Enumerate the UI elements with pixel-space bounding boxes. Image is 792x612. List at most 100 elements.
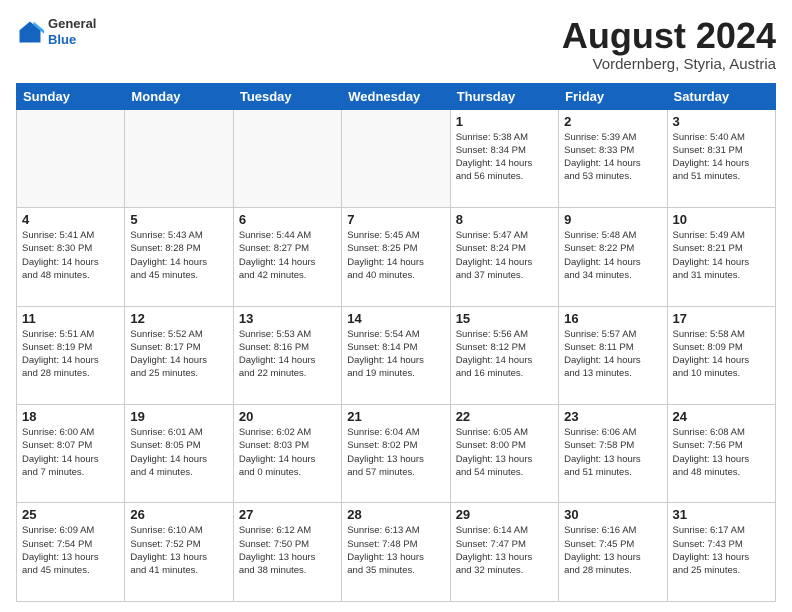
- calendar-cell: 13 Sunrise: 5:53 AM Sunset: 8:16 PM Dayli…: [233, 306, 341, 404]
- calendar-cell: 26Sunrise: 6:10 AM Sunset: 7:52 PM Dayli…: [125, 503, 233, 602]
- day-info: Sunrise: 5:52 AM Sunset: 8:17 PM Dayligh…: [130, 328, 227, 381]
- calendar-cell: 23 Sunrise: 6:06 AM Sunset: 7:58 PM Dayli…: [559, 405, 667, 503]
- logo: General Blue: [16, 16, 96, 47]
- day-info: Sunrise: 5:58 AM Sunset: 8:09 PM Dayligh…: [673, 328, 770, 381]
- day-info: Sunrise: 5:54 AM Sunset: 8:14 PM Dayligh…: [347, 328, 444, 381]
- calendar-cell: 6 Sunrise: 5:44 AM Sunset: 8:27 PM Daylig…: [233, 208, 341, 306]
- calendar-cell: 17Sunrise: 5:58 AM Sunset: 8:09 PM Dayli…: [667, 306, 775, 404]
- day-info: Sunrise: 6:09 AM Sunset: 7:54 PM Dayligh…: [22, 524, 119, 577]
- day-number: 22: [456, 409, 553, 424]
- day-info: Sunrise: 5:45 AM Sunset: 8:25 PM Dayligh…: [347, 229, 444, 282]
- calendar-cell: 31Sunrise: 6:17 AM Sunset: 7:43 PM Dayli…: [667, 503, 775, 602]
- calendar-cell: 18 Sunrise: 6:00 AM Sunset: 8:07 PM Dayli…: [17, 405, 125, 503]
- day-number: 1: [456, 114, 553, 129]
- day-number: 6: [239, 212, 336, 227]
- calendar-cell: [125, 109, 233, 207]
- day-info: Sunrise: 6:16 AM Sunset: 7:45 PM Dayligh…: [564, 524, 661, 577]
- day-info: Sunrise: 5:49 AM Sunset: 8:21 PM Dayligh…: [673, 229, 770, 282]
- day-number: 3: [673, 114, 770, 129]
- day-number: 12: [130, 311, 227, 326]
- calendar-cell: [17, 109, 125, 207]
- day-number: 23: [564, 409, 661, 424]
- day-info: Sunrise: 5:38 AM Sunset: 8:34 PM Dayligh…: [456, 131, 553, 184]
- page: General Blue August 2024 Vordernberg, St…: [0, 0, 792, 612]
- logo-icon: [16, 18, 44, 46]
- month-year: August 2024: [562, 16, 776, 56]
- calendar-cell: 30 Sunrise: 6:16 AM Sunset: 7:45 PM Dayli…: [559, 503, 667, 602]
- day-info: Sunrise: 5:41 AM Sunset: 8:30 PM Dayligh…: [22, 229, 119, 282]
- day-header-thursday: Thursday: [450, 83, 558, 109]
- calendar-cell: 9 Sunrise: 5:48 AM Sunset: 8:22 PM Daylig…: [559, 208, 667, 306]
- day-number: 18: [22, 409, 119, 424]
- calendar-cell: 10 Sunrise: 5:49 AM Sunset: 8:21 PM Dayli…: [667, 208, 775, 306]
- day-info: Sunrise: 5:48 AM Sunset: 8:22 PM Dayligh…: [564, 229, 661, 282]
- day-info: Sunrise: 5:39 AM Sunset: 8:33 PM Dayligh…: [564, 131, 661, 184]
- day-header-saturday: Saturday: [667, 83, 775, 109]
- day-info: Sunrise: 6:00 AM Sunset: 8:07 PM Dayligh…: [22, 426, 119, 479]
- day-number: 9: [564, 212, 661, 227]
- day-info: Sunrise: 6:06 AM Sunset: 7:58 PM Dayligh…: [564, 426, 661, 479]
- day-info: Sunrise: 5:51 AM Sunset: 8:19 PM Dayligh…: [22, 328, 119, 381]
- calendar-cell: 28 Sunrise: 6:13 AM Sunset: 7:48 PM Dayli…: [342, 503, 450, 602]
- calendar-week-1: 4Sunrise: 5:41 AM Sunset: 8:30 PM Daylig…: [17, 208, 776, 306]
- day-info: Sunrise: 6:14 AM Sunset: 7:47 PM Dayligh…: [456, 524, 553, 577]
- calendar-week-4: 25 Sunrise: 6:09 AM Sunset: 7:54 PM Dayli…: [17, 503, 776, 602]
- logo-blue: Blue: [48, 32, 96, 48]
- day-number: 30: [564, 507, 661, 522]
- day-number: 28: [347, 507, 444, 522]
- calendar-cell: 12 Sunrise: 5:52 AM Sunset: 8:17 PM Dayli…: [125, 306, 233, 404]
- day-info: Sunrise: 6:08 AM Sunset: 7:56 PM Dayligh…: [673, 426, 770, 479]
- day-info: Sunrise: 5:40 AM Sunset: 8:31 PM Dayligh…: [673, 131, 770, 184]
- day-number: 13: [239, 311, 336, 326]
- calendar-cell: 14 Sunrise: 5:54 AM Sunset: 8:14 PM Dayli…: [342, 306, 450, 404]
- calendar-cell: 1 Sunrise: 5:38 AM Sunset: 8:34 PM Daylig…: [450, 109, 558, 207]
- calendar-cell: 24 Sunrise: 6:08 AM Sunset: 7:56 PM Dayli…: [667, 405, 775, 503]
- calendar: SundayMondayTuesdayWednesdayThursdayFrid…: [16, 83, 776, 602]
- day-number: 29: [456, 507, 553, 522]
- calendar-cell: 22 Sunrise: 6:05 AM Sunset: 8:00 PM Dayli…: [450, 405, 558, 503]
- calendar-cell: 25 Sunrise: 6:09 AM Sunset: 7:54 PM Dayli…: [17, 503, 125, 602]
- day-number: 16: [564, 311, 661, 326]
- day-info: Sunrise: 5:47 AM Sunset: 8:24 PM Dayligh…: [456, 229, 553, 282]
- calendar-cell: 29 Sunrise: 6:14 AM Sunset: 7:47 PM Dayli…: [450, 503, 558, 602]
- day-number: 10: [673, 212, 770, 227]
- calendar-cell: 15Sunrise: 5:56 AM Sunset: 8:12 PM Dayli…: [450, 306, 558, 404]
- day-number: 14: [347, 311, 444, 326]
- day-info: Sunrise: 5:53 AM Sunset: 8:16 PM Dayligh…: [239, 328, 336, 381]
- title-block: August 2024 Vordernberg, Styria, Austria: [562, 16, 776, 73]
- calendar-cell: 16 Sunrise: 5:57 AM Sunset: 8:11 PM Dayli…: [559, 306, 667, 404]
- day-info: Sunrise: 6:01 AM Sunset: 8:05 PM Dayligh…: [130, 426, 227, 479]
- calendar-cell: 20 Sunrise: 6:02 AM Sunset: 8:03 PM Dayli…: [233, 405, 341, 503]
- day-number: 11: [22, 311, 119, 326]
- day-number: 31: [673, 507, 770, 522]
- day-header-tuesday: Tuesday: [233, 83, 341, 109]
- logo-general: General: [48, 16, 96, 32]
- day-header-monday: Monday: [125, 83, 233, 109]
- calendar-cell: 5Sunrise: 5:43 AM Sunset: 8:28 PM Daylig…: [125, 208, 233, 306]
- calendar-header-row: SundayMondayTuesdayWednesdayThursdayFrid…: [17, 83, 776, 109]
- day-number: 26: [130, 507, 227, 522]
- logo-text: General Blue: [48, 16, 96, 47]
- day-info: Sunrise: 6:13 AM Sunset: 7:48 PM Dayligh…: [347, 524, 444, 577]
- calendar-week-3: 18 Sunrise: 6:00 AM Sunset: 8:07 PM Dayli…: [17, 405, 776, 503]
- calendar-cell: 2 Sunrise: 5:39 AM Sunset: 8:33 PM Daylig…: [559, 109, 667, 207]
- day-number: 19: [130, 409, 227, 424]
- day-number: 24: [673, 409, 770, 424]
- calendar-cell: 3 Sunrise: 5:40 AM Sunset: 8:31 PM Daylig…: [667, 109, 775, 207]
- calendar-week-0: 1 Sunrise: 5:38 AM Sunset: 8:34 PM Daylig…: [17, 109, 776, 207]
- day-header-wednesday: Wednesday: [342, 83, 450, 109]
- day-info: Sunrise: 5:44 AM Sunset: 8:27 PM Dayligh…: [239, 229, 336, 282]
- calendar-cell: 11 Sunrise: 5:51 AM Sunset: 8:19 PM Dayli…: [17, 306, 125, 404]
- day-info: Sunrise: 5:57 AM Sunset: 8:11 PM Dayligh…: [564, 328, 661, 381]
- day-header-friday: Friday: [559, 83, 667, 109]
- day-header-sunday: Sunday: [17, 83, 125, 109]
- day-number: 2: [564, 114, 661, 129]
- calendar-cell: [342, 109, 450, 207]
- day-number: 7: [347, 212, 444, 227]
- day-info: Sunrise: 6:05 AM Sunset: 8:00 PM Dayligh…: [456, 426, 553, 479]
- day-info: Sunrise: 6:02 AM Sunset: 8:03 PM Dayligh…: [239, 426, 336, 479]
- calendar-cell: 7 Sunrise: 5:45 AM Sunset: 8:25 PM Daylig…: [342, 208, 450, 306]
- day-number: 20: [239, 409, 336, 424]
- day-number: 25: [22, 507, 119, 522]
- day-info: Sunrise: 5:56 AM Sunset: 8:12 PM Dayligh…: [456, 328, 553, 381]
